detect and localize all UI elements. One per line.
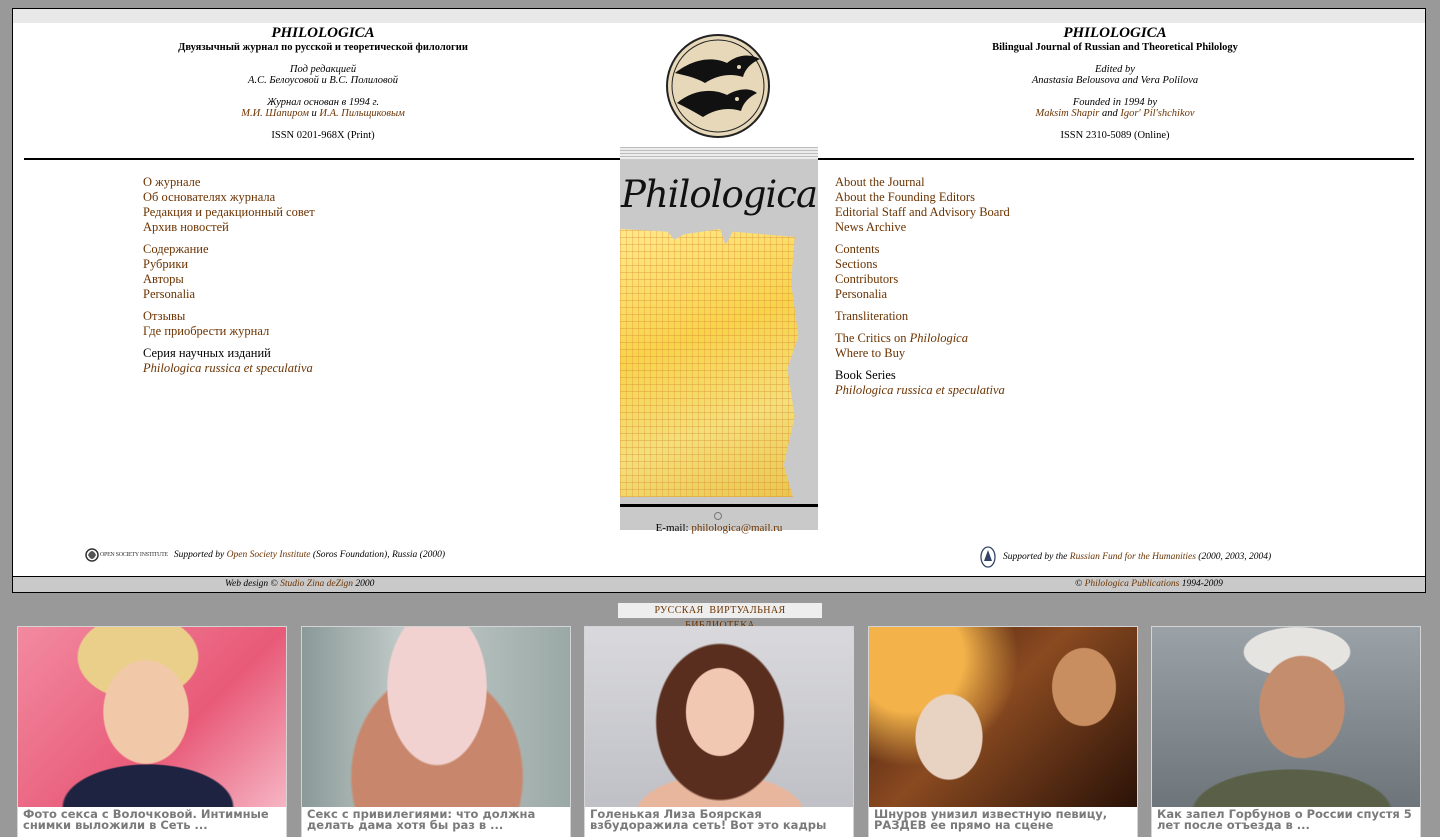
design-prefix: Web design © [225,579,278,589]
editors-en: Anastasia Belousova and Vera Polilova [1031,75,1199,86]
menu-en-editorial[interactable]: Editorial Staff and Advisory Board [835,205,1255,220]
support-en-suffix: (2000, 2003, 2004) [1198,552,1272,562]
support-rfh: Supported by the Russian Fund for the Hu… [979,545,1271,569]
rfh-logo [979,545,997,569]
menu-en-critics[interactable]: The Critics on Philologica [835,331,1255,346]
ad-image [1152,627,1420,807]
critics-journal: Philologica [909,331,968,345]
support-en-prefix: Supported by the [1003,552,1068,562]
menu-ru-series[interactable]: Philologica russica et speculativa [143,361,563,376]
ad-image [302,627,570,807]
support-ru-suffix: (Soros Foundation), Russia (2000) [312,550,446,560]
menu-en-series-label: Book Series [835,368,896,382]
menu-english: About the Journal About the Founding Edi… [835,175,1255,405]
editors-ru: А.С. Белоусовой и В.С. Полиловой [248,75,398,86]
edited-label-en: Edited by [1095,64,1135,75]
dolphins-logo-icon [666,34,770,138]
journal-subtitle-en: Bilingual Journal of Russian and Theoret… [992,42,1238,53]
menu-en-series[interactable]: Philologica russica et speculativa [835,383,1255,398]
email-link[interactable]: philologica@mail.ru [691,522,782,534]
menu-ru-personalia[interactable]: Personalia [143,287,563,302]
journal-cover[interactable]: Philologica E-mail: philologica@mail.ru [620,147,818,534]
journal-title-ru: PHILOLOGICA [271,25,375,41]
cover-papyrus-image [620,229,799,497]
email-label: E-mail: [655,522,689,534]
footer-bar: Web design © Studio Zina deZign 2000 © P… [13,577,1425,592]
header-english: PHILOLOGICA Bilingual Journal of Russian… [915,25,1315,141]
copy-years: 1994-2009 [1181,579,1223,589]
ad-card[interactable]: Фото секса с Волочковой. Интимные снимки… [17,626,287,837]
ad-caption: Голенькая Лиза Боярская взбудоражила сет… [590,807,827,832]
support-osi: OPEN SOCIETY INSTITUTE Supported by Open… [85,545,445,565]
ad-image [585,627,853,807]
journal-frame: PHILOLOGICA Двуязычный журнал по русской… [12,8,1426,593]
osi-logo-icon [85,548,99,562]
menu-en-news[interactable]: News Archive [835,220,1255,235]
menu-ru-news[interactable]: Архив новостей [143,220,563,235]
menu-en-transliteration[interactable]: Transliteration [835,309,1255,324]
web-design-credit: Web design © Studio Zina deZign 2000 [225,579,374,589]
menu-ru-founders[interactable]: Об основателях журнала [143,190,563,205]
contact-email: E-mail: philologica@mail.ru [620,522,818,534]
founder-link-pilshchikov-ru[interactable]: И.А. Пильщиковым [319,108,404,119]
osi-logo: OPEN SOCIETY INSTITUTE [85,545,168,565]
founder-conj-ru: и [311,108,317,119]
journal-title-en: PHILOLOGICA [1063,25,1167,41]
founder-link-shapir-ru[interactable]: М.И. Шапиром [241,108,309,119]
top-strip [13,9,1425,23]
rfh-link[interactable]: Russian Fund for the Humanities [1070,552,1196,562]
header-russian: PHILOLOGICA Двуязычный журнал по русской… [123,25,523,141]
studio-link[interactable]: Studio Zina deZign [280,579,353,589]
cover-stack-edge [620,147,818,159]
osi-link[interactable]: Open Society Institute [227,550,311,560]
ad-card[interactable]: Как запел Горбунов о России спустя 5 лет… [1151,626,1421,837]
founder-link-pilshchikov-en[interactable]: Igor' Pil'shchikov [1120,108,1194,119]
ad-card[interactable]: Голенькая Лиза Боярская взбудоражила сет… [584,626,854,837]
critics-prefix: The Critics on [835,331,907,345]
ad-caption: Секс с привилегиями: что должна делать д… [307,807,536,832]
ad-caption: Фото секса с Волочковой. Интимные снимки… [23,807,269,832]
issn-online: ISSN 2310-5089 (Online) [1060,130,1170,141]
menu-russian: О журнале Об основателях журнала Редакци… [143,175,563,383]
ad-image [869,627,1137,807]
support-ru-prefix: Supported by [173,550,225,560]
rfh-logo-icon [980,546,996,568]
founded-label-en: Founded in 1994 by [1072,97,1158,108]
founder-link-shapir-en[interactable]: Maksim Shapir [1035,108,1099,119]
menu-en-buy[interactable]: Where to Buy [835,346,1255,361]
menu-en-contents[interactable]: Contents [835,242,1255,257]
menu-ru-authors[interactable]: Авторы [143,272,563,287]
menu-ru-series-label: Серия научных изданий [143,346,271,360]
menu-ru-sections[interactable]: Рубрики [143,257,563,272]
ad-card[interactable]: Секс с привилегиями: что должна делать д… [301,626,571,837]
ad-card[interactable]: Шнуров унизил известную певицу, РАЗДЕВ е… [868,626,1138,837]
menu-ru-reviews[interactable]: Отзывы [143,309,563,324]
cover-title: Philologica [620,173,818,216]
menu-en-founders[interactable]: About the Founding Editors [835,190,1255,205]
osi-logo-text: OPEN SOCIETY INSTITUTE [100,552,168,558]
founder-conj-en: and [1101,108,1118,119]
menu-en-about[interactable]: About the Journal [835,175,1255,190]
menu-en-sections[interactable]: Sections [835,257,1255,272]
menu-ru-contents[interactable]: Содержание [143,242,563,257]
russian-virtual-library-link[interactable]: РУССКАЯ ВИРТУАЛЬНАЯ БИБЛИОТЕКА [618,603,822,631]
edited-label-ru: Под редакцией [289,64,357,75]
founded-label-ru: Журнал основан в 1994 г. [266,97,380,108]
cover-divider [620,504,818,507]
issn-print: ISSN 0201-968X (Print) [271,130,375,141]
menu-en-contributors[interactable]: Contributors [835,272,1255,287]
design-year: 2000 [355,579,375,589]
menu-en-personalia[interactable]: Personalia [835,287,1255,302]
ad-caption: Как запел Горбунов о России спустя 5 лет… [1157,807,1412,832]
copy-prefix: © [1075,579,1083,589]
menu-ru-editorial[interactable]: Редакция и редакционный совет [143,205,563,220]
copyright: © Philologica Publications 1994-2009 [1075,579,1223,589]
menu-ru-buy[interactable]: Где приобрести журнал [143,324,563,339]
ad-image [18,627,286,807]
circle-icon [714,512,722,520]
publications-link[interactable]: Philologica Publications [1085,579,1180,589]
menu-ru-about[interactable]: О журнале [143,175,563,190]
journal-subtitle-ru: Двуязычный журнал по русской и теоретиче… [178,42,468,53]
ad-caption: Шнуров унизил известную певицу, РАЗДЕВ е… [874,807,1108,832]
